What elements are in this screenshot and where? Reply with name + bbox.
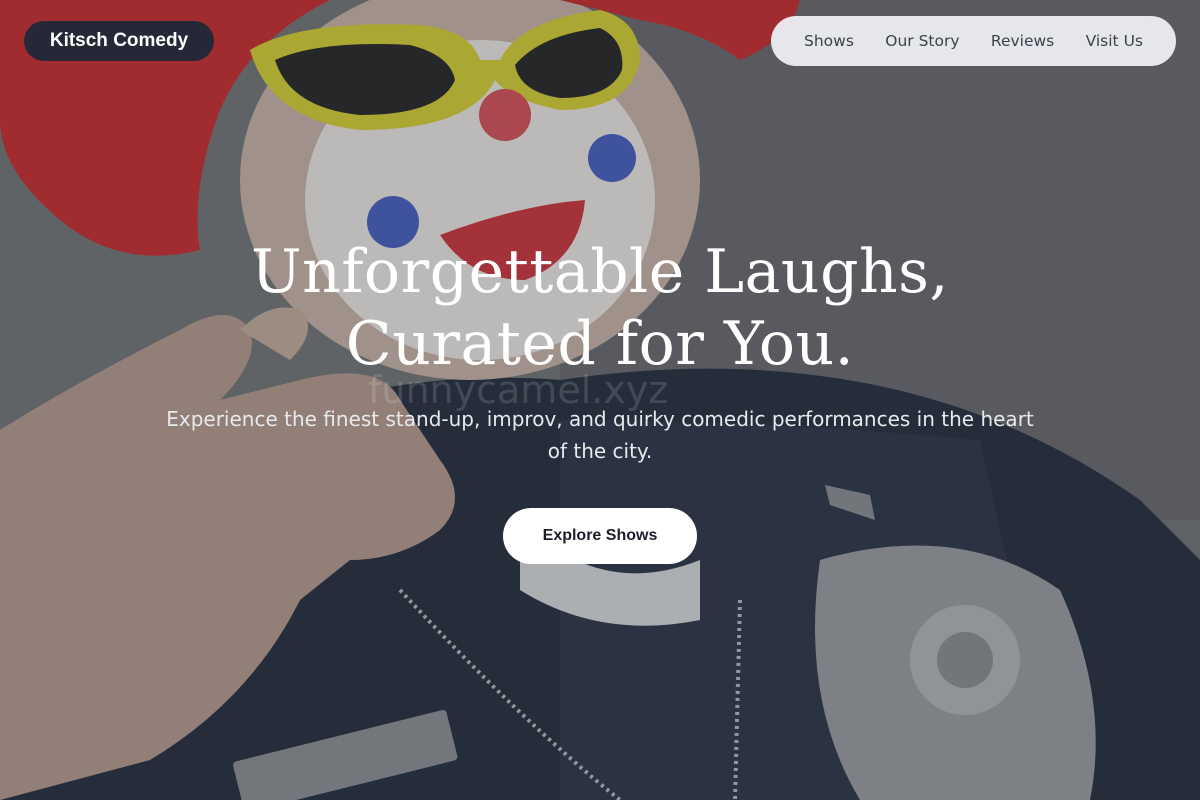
nav-link-shows[interactable]: Shows	[804, 32, 854, 50]
nav-link-reviews[interactable]: Reviews	[991, 32, 1054, 50]
hero-section: funnycamel.xyz Kitsch Comedy Shows Our S…	[0, 0, 1200, 800]
top-navigation: Shows Our Story Reviews Visit Us	[771, 16, 1176, 66]
hero-headline-line-2: Curated for You.	[345, 309, 855, 379]
hero-headline: Unforgettable Laughs, Curated for You.	[100, 236, 1100, 380]
hero-headline-line-1: Unforgettable Laughs,	[251, 237, 949, 307]
hero-subheadline: Experience the finest stand-up, improv, …	[166, 407, 1034, 463]
brand-logo[interactable]: Kitsch Comedy	[24, 21, 214, 61]
explore-shows-button[interactable]: Explore Shows	[503, 508, 697, 564]
nav-link-visit-us[interactable]: Visit Us	[1086, 32, 1143, 50]
nav-link-our-story[interactable]: Our Story	[885, 32, 959, 50]
